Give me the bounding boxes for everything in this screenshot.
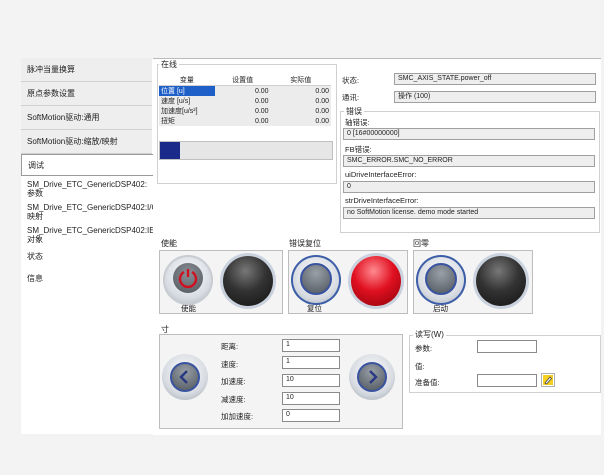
home-status-lamp: [476, 256, 526, 306]
enable-group-title: 使能: [159, 238, 179, 249]
setpoint-value: 0.00: [254, 107, 269, 115]
sidebar-item-label: SoftMotion驱动:缩放/映射: [27, 137, 118, 146]
sidebar-item-label: 状态: [27, 251, 43, 261]
variable-name: 加速度[u/s²]: [161, 108, 198, 115]
fb-error-label: FB错误:: [345, 145, 372, 154]
enable-button[interactable]: [163, 255, 213, 305]
sidebar-item-label: SM_Drive_ETC_GenericDSP402:IEC对象: [27, 226, 161, 244]
velocity-label: 速度:: [221, 360, 239, 369]
velocity-input[interactable]: 1: [282, 356, 340, 369]
home-group-title: 回零: [411, 238, 431, 249]
variable-name: 速度 [u/s]: [161, 98, 191, 105]
setpoint-value: 0.00: [254, 117, 269, 125]
fb-error-field: SMC_ERROR.SMC_NO_ERROR: [343, 155, 595, 167]
actual-value: 0.00: [315, 117, 329, 125]
column-header-actual: 实际值: [290, 77, 312, 84]
jog-backward-button[interactable]: [162, 354, 208, 400]
reset-knob: [300, 263, 332, 295]
chevron-right-icon: [369, 370, 378, 384]
column-header-setpoint: 设置值: [232, 77, 254, 84]
jerk-label: 加加速度:: [221, 412, 254, 421]
sidebar-item-softmotion-general[interactable]: SoftMotion驱动:通用: [21, 106, 152, 130]
setpoint-value: 0.00: [254, 97, 269, 105]
column-header-variable: 变量: [179, 77, 194, 84]
sidebar-item-label: 原点参数设置: [27, 89, 75, 98]
sidebar-item-dsp402-io[interactable]: SM_Drive_ETC_GenericDSP402:I/O映射: [21, 201, 158, 223]
table-row[interactable]: 加速度[u/s²] 0.00 0.00: [159, 106, 331, 116]
sidebar-item-label: 信息: [27, 273, 43, 283]
table-row[interactable]: 位置 [u] 0.00 0.00: [159, 85, 331, 96]
variables-table: 变量 设置值 实际值 位置 [u] 0.00 0.00 速度 [u/s] 0.0…: [159, 75, 331, 126]
sidebar-item-label: SM_Drive_ETC_GenericDSP402:I/O映射: [27, 203, 158, 221]
param-label: 参数:: [415, 344, 433, 353]
ui-error-label: uiDriveInterfaceError:: [345, 170, 417, 179]
sidebar-item-home-params[interactable]: 原点参数设置: [21, 82, 152, 106]
str-error-label: strDriveInterfaceError:: [345, 196, 419, 205]
jerk-input[interactable]: 0: [282, 409, 340, 422]
sidebar-item-debug[interactable]: 调试: [21, 154, 154, 176]
decel-input[interactable]: 10: [282, 392, 340, 405]
sidebar-item-info[interactable]: 信息: [21, 268, 152, 288]
pencil-icon: [543, 375, 553, 385]
debug-panel: 在线 变量 设置值 实际值 位置 [u] 0.00 0.00 速度 [u/s] …: [153, 58, 601, 435]
distance-label: 距离:: [221, 342, 239, 351]
enable-status-lamp: [223, 256, 273, 306]
axis-error-label: 轴错误:: [345, 118, 370, 127]
rw-group-title: 读写(W): [413, 329, 446, 340]
table-row[interactable]: 扭矩 0.00 0.00: [159, 116, 331, 126]
reset-button[interactable]: [291, 255, 341, 305]
state-label: 状态:: [342, 76, 360, 85]
decel-label: 减速度:: [221, 395, 246, 404]
variable-name: 位置 [u]: [159, 85, 215, 96]
home-knob: [425, 263, 457, 295]
comm-field: 操作 (100): [394, 91, 596, 103]
home-start-button[interactable]: [416, 255, 466, 305]
sidebar-item-softmotion-scaling[interactable]: SoftMotion驱动:缩放/映射: [21, 130, 152, 154]
accel-label: 加速度:: [221, 377, 246, 386]
jog-forward-knob: [357, 362, 387, 392]
enable-knob: [173, 263, 203, 293]
state-field: SMC_AXIS_STATE.power_off: [394, 73, 596, 85]
reset-group-title: 错误复位: [287, 238, 323, 249]
sidebar: 脉冲当量换算 原点参数设置 SoftMotion驱动:通用 SoftMotion…: [21, 58, 160, 434]
sidebar-item-label: 调试: [28, 160, 44, 170]
sidebar-item-pulse-conversion[interactable]: 脉冲当量换算: [21, 58, 152, 82]
enable-button-label: 使能: [181, 304, 196, 313]
distance-input[interactable]: 1: [282, 339, 340, 352]
param-input[interactable]: [477, 340, 537, 353]
reset-button-label: 复位: [307, 304, 322, 313]
ready-value-label: 准备值:: [415, 378, 440, 387]
sidebar-item-status[interactable]: 状态: [21, 246, 152, 266]
sidebar-item-label: 脉冲当量换算: [27, 65, 75, 74]
str-error-field: no SoftMotion license. demo mode started: [343, 207, 595, 219]
jog-forward-button[interactable]: [349, 354, 395, 400]
table-row[interactable]: 速度 [u/s] 0.00 0.00: [159, 96, 331, 106]
setpoint-value: 0.00: [254, 87, 269, 95]
sidebar-item-dsp402-params[interactable]: SM_Drive_ETC_GenericDSP402:参数: [21, 178, 152, 200]
axis-error-field: 0 [16#00000000]: [343, 128, 595, 140]
chevron-left-icon: [179, 370, 188, 384]
variable-name: 扭矩: [161, 118, 175, 125]
accel-input[interactable]: 10: [282, 374, 340, 387]
error-group-title: 错误: [344, 106, 364, 117]
error-status-lamp: [351, 256, 401, 306]
position-bar-fill: [160, 142, 180, 159]
online-group-title: 在线: [159, 59, 179, 70]
power-icon: [178, 269, 198, 289]
actual-value: 0.00: [315, 97, 329, 105]
ui-error-field: 0: [343, 181, 595, 193]
position-bar: [159, 141, 333, 160]
comm-label: 通讯:: [342, 93, 360, 102]
sidebar-item-label: SM_Drive_ETC_GenericDSP402:参数: [27, 180, 148, 198]
value-label: 值:: [415, 362, 425, 371]
write-button[interactable]: [541, 373, 555, 387]
ready-value-input[interactable]: [477, 374, 537, 387]
home-button-label: 启动: [433, 304, 448, 313]
actual-value: 0.00: [315, 87, 329, 95]
sidebar-item-label: SoftMotion驱动:通用: [27, 113, 100, 122]
jog-backward-knob: [170, 362, 200, 392]
actual-value: 0.00: [315, 107, 329, 115]
sidebar-item-dsp402-iec[interactable]: SM_Drive_ETC_GenericDSP402:IEC对象: [21, 224, 160, 246]
